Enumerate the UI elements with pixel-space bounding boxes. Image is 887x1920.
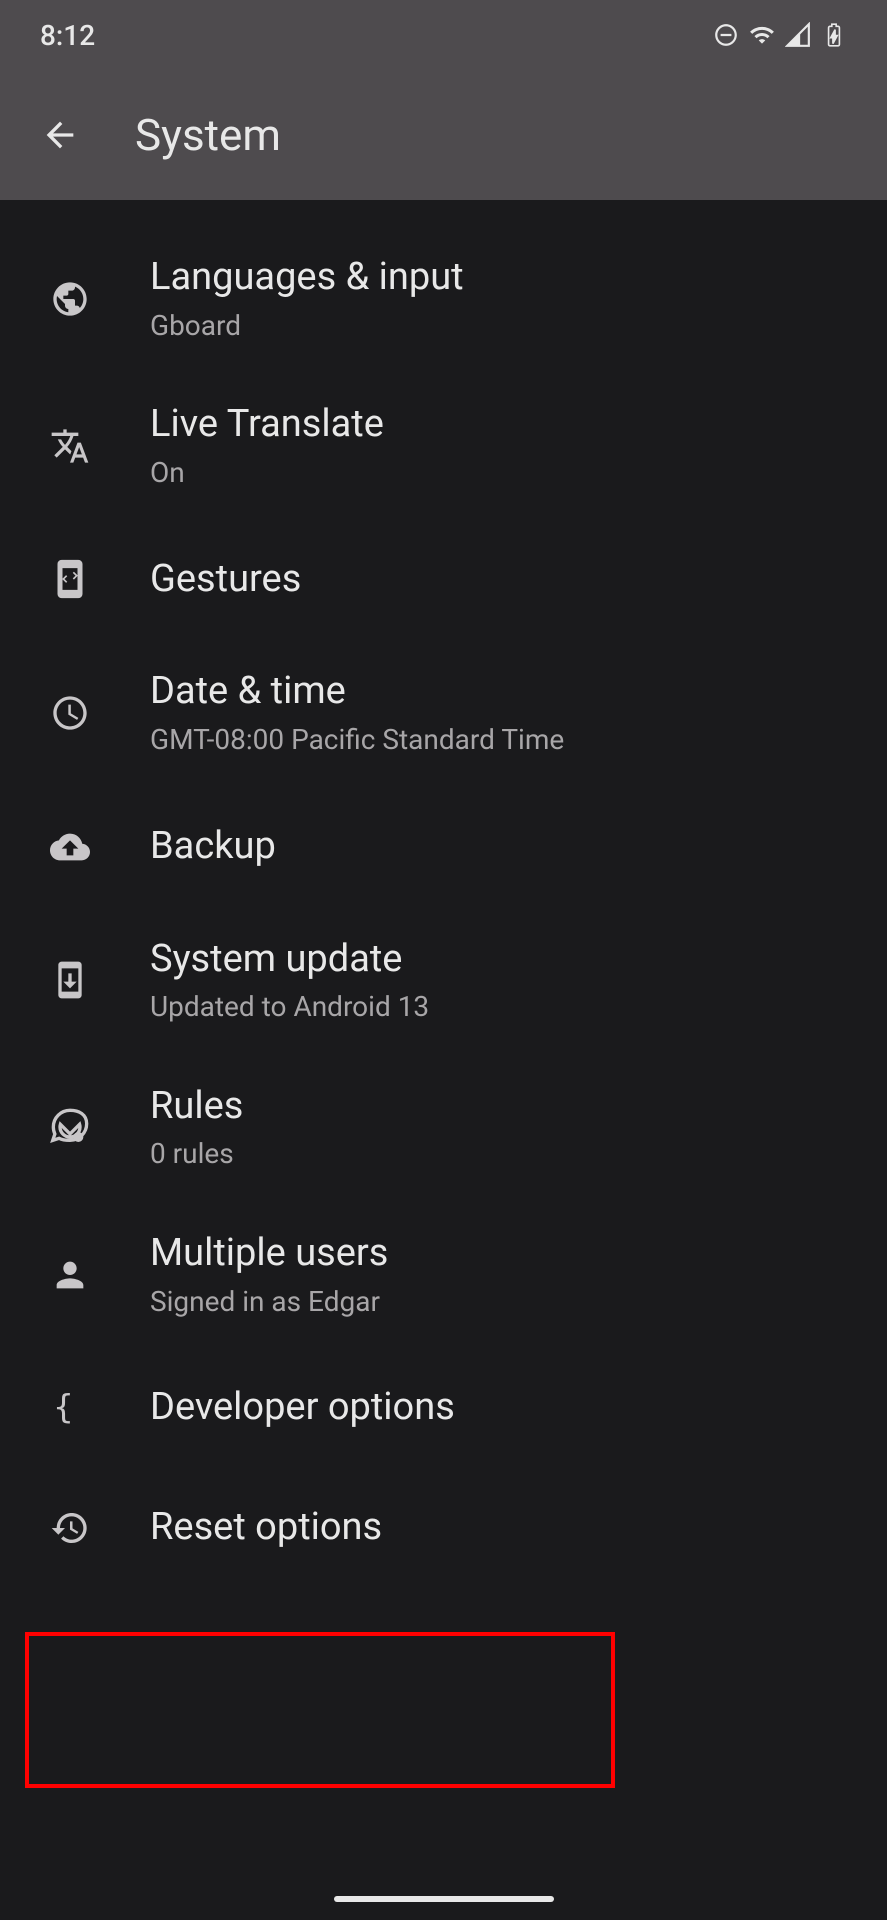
battery-charging-icon [821,22,847,48]
setting-text: Developer options [150,1385,455,1431]
setting-text: Languages & input Gboard [150,255,464,342]
setting-item-backup[interactable]: Backup [0,787,887,907]
setting-text: Gestures [150,557,301,603]
setting-title: Gestures [150,557,301,603]
setting-title: Reset options [150,1505,382,1551]
setting-text: Live Translate On [150,402,384,489]
setting-item-gestures[interactable]: Gestures [0,519,887,639]
person-icon [50,1255,90,1295]
setting-title: System update [150,937,429,983]
setting-subtitle: Updated to Android 13 [150,990,429,1024]
setting-text: Multiple users Signed in as Edgar [150,1231,388,1318]
app-header: System [0,70,887,200]
history-icon [50,1508,90,1548]
rules-icon [50,1107,90,1147]
setting-item-languages-input[interactable]: Languages & input Gboard [0,225,887,372]
clock-icon [50,693,90,733]
setting-text: Reset options [150,1505,382,1551]
setting-subtitle: GMT-08:00 Pacific Standard Time [150,723,564,757]
setting-subtitle: 0 rules [150,1137,243,1171]
wifi-icon [749,22,775,48]
setting-item-date-time[interactable]: Date & time GMT-08:00 Pacific Standard T… [0,639,887,786]
setting-subtitle: On [150,456,384,490]
status-icons [713,22,847,48]
braces-icon: { } [50,1388,90,1428]
setting-title: Backup [150,824,276,870]
settings-list: Languages & input Gboard Live Translate … [0,200,887,1588]
setting-item-developer-options[interactable]: { } Developer options [0,1348,887,1468]
svg-text:{ }: { } [53,1388,90,1426]
setting-title: Languages & input [150,255,464,301]
setting-title: Live Translate [150,402,384,448]
setting-item-reset-options[interactable]: Reset options [0,1468,887,1588]
setting-text: Rules 0 rules [150,1084,243,1171]
setting-subtitle: Gboard [150,309,464,343]
dnd-icon [713,22,739,48]
setting-text: Backup [150,824,276,870]
gesture-icon [50,559,90,599]
page-title: System [135,109,281,161]
setting-subtitle: Signed in as Edgar [150,1285,388,1319]
cloud-upload-icon [50,827,90,867]
setting-title: Developer options [150,1385,455,1431]
translate-icon [50,426,90,466]
setting-item-live-translate[interactable]: Live Translate On [0,372,887,519]
setting-title: Date & time [150,669,564,715]
status-time: 8:12 [40,19,95,52]
signal-icon [785,22,811,48]
highlight-annotation [25,1632,615,1788]
setting-title: Rules [150,1084,243,1130]
setting-item-multiple-users[interactable]: Multiple users Signed in as Edgar [0,1201,887,1348]
setting-text: Date & time GMT-08:00 Pacific Standard T… [150,669,564,756]
setting-item-system-update[interactable]: System update Updated to Android 13 [0,907,887,1054]
status-bar: 8:12 [0,0,887,70]
setting-item-rules[interactable]: Rules 0 rules [0,1054,887,1201]
setting-text: System update Updated to Android 13 [150,937,429,1024]
navigation-bar[interactable] [334,1896,554,1902]
phone-update-icon [50,960,90,1000]
setting-title: Multiple users [150,1231,388,1277]
back-arrow-icon[interactable] [40,115,80,155]
globe-icon [50,279,90,319]
